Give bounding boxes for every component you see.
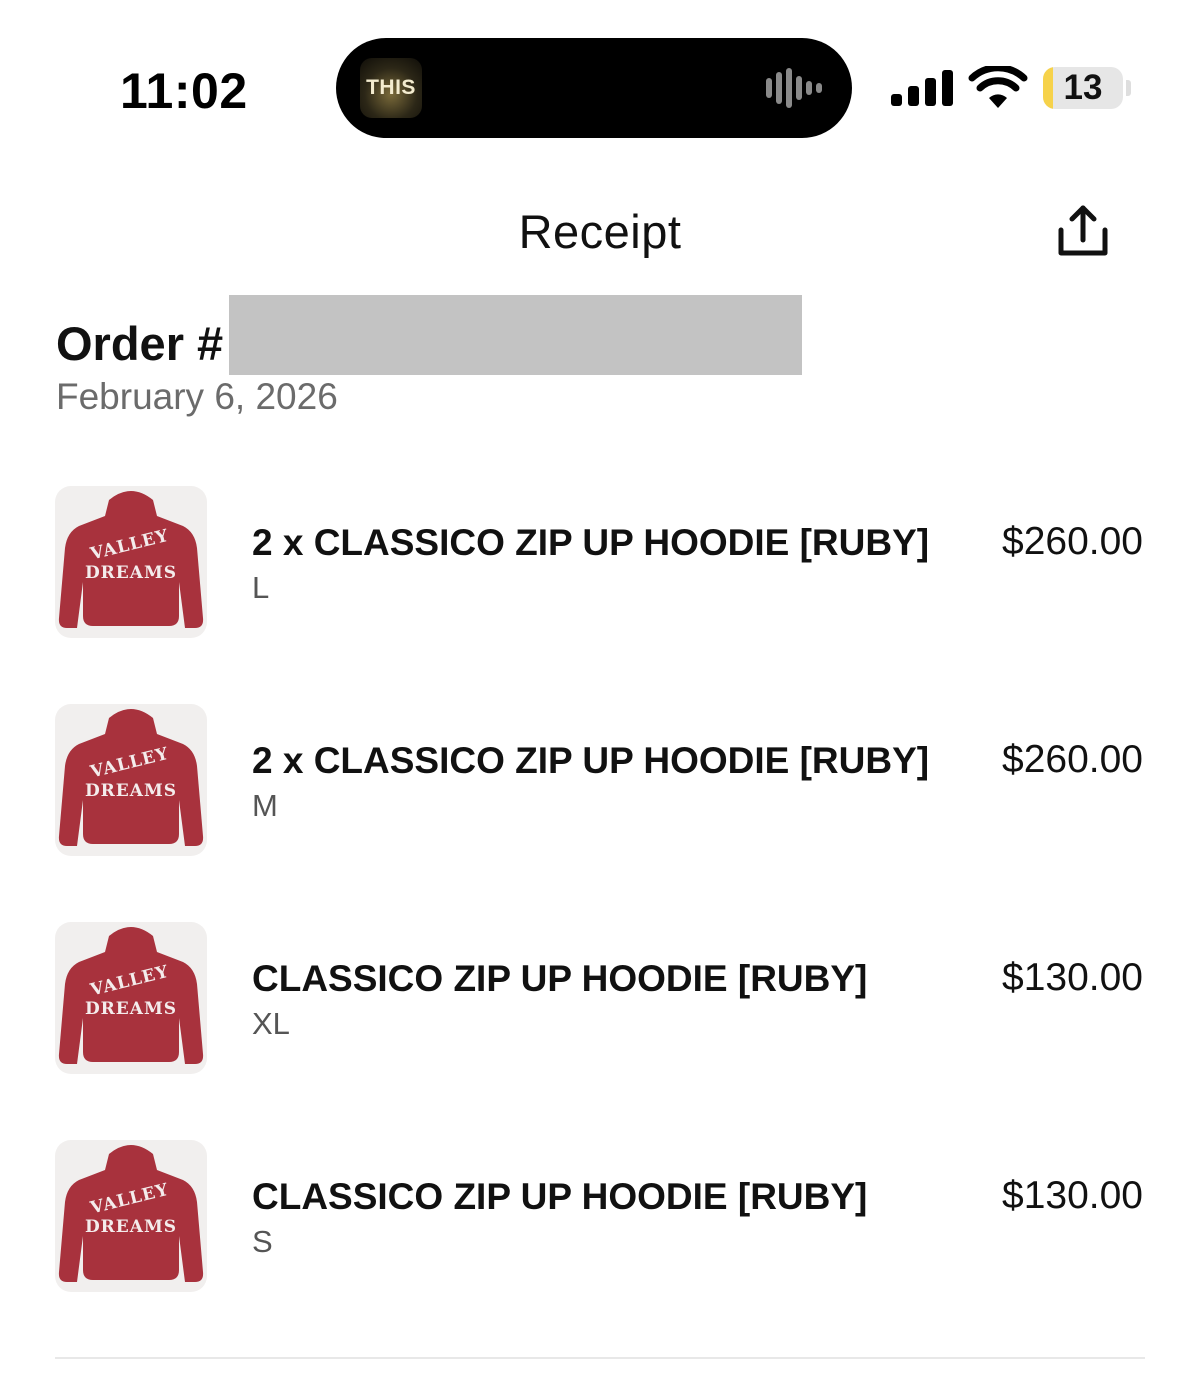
item-price: $260.00 [1002, 520, 1143, 563]
hoodie-image: VALLEY DREAMS [58, 927, 204, 1064]
battery-tip [1126, 80, 1131, 96]
item-size: L [252, 570, 270, 605]
hoodie-graphic-line2: DREAMS [85, 1217, 177, 1237]
share-icon[interactable] [1052, 200, 1114, 262]
receipt-screen: 11:02 THIS 13 Receipt Order # February 6… [0, 0, 1200, 1376]
line-item[interactable]: VALLEY DREAMS 2 x CLASSICO ZIP UP HOODIE… [0, 704, 1200, 858]
cellular-signal-icon [891, 70, 953, 106]
product-thumbnail: VALLEY DREAMS [55, 486, 207, 638]
status-time: 11:02 [120, 63, 248, 119]
hoodie-graphic-line2: DREAMS [85, 781, 177, 801]
redaction-block [229, 295, 802, 375]
wifi-icon [968, 66, 1028, 108]
hoodie-image: VALLEY DREAMS [58, 491, 204, 628]
order-date: February 6, 2026 [56, 376, 338, 417]
audio-waveform-icon [766, 68, 822, 108]
now-playing-art-text: THIS [366, 76, 416, 99]
hoodie-graphic-line2: DREAMS [85, 563, 177, 583]
hoodie-image: VALLEY DREAMS [58, 709, 204, 846]
item-name: CLASSICO ZIP UP HOODIE [RUBY] [252, 958, 868, 999]
page-title: Receipt [518, 205, 682, 258]
item-size: XL [252, 1006, 290, 1041]
hoodie-graphic-line2: DREAMS [85, 999, 177, 1019]
hoodie-image: VALLEY DREAMS [58, 1145, 204, 1282]
item-name: CLASSICO ZIP UP HOODIE [RUBY] [252, 1176, 868, 1217]
now-playing-artwork: THIS [360, 58, 422, 118]
line-item[interactable]: VALLEY DREAMS CLASSICO ZIP UP HOODIE [RU… [0, 1140, 1200, 1294]
product-thumbnail: VALLEY DREAMS [55, 922, 207, 1074]
battery-icon: 13 [1043, 67, 1123, 109]
dynamic-island[interactable]: THIS [336, 38, 852, 138]
product-thumbnail: VALLEY DREAMS [55, 1140, 207, 1292]
product-thumbnail: VALLEY DREAMS [55, 704, 207, 856]
divider [55, 1357, 1145, 1359]
battery-level: 13 [1063, 68, 1103, 107]
item-size: S [252, 1224, 273, 1259]
item-size: M [252, 788, 278, 823]
item-price: $130.00 [1002, 956, 1143, 999]
item-name: 2 x CLASSICO ZIP UP HOODIE [RUBY] [252, 522, 930, 563]
order-number: Order # [56, 317, 224, 370]
line-item[interactable]: VALLEY DREAMS 2 x CLASSICO ZIP UP HOODIE… [0, 486, 1200, 640]
item-price: $130.00 [1002, 1174, 1143, 1217]
item-price: $260.00 [1002, 738, 1143, 781]
line-item[interactable]: VALLEY DREAMS CLASSICO ZIP UP HOODIE [RU… [0, 922, 1200, 1076]
item-name: 2 x CLASSICO ZIP UP HOODIE [RUBY] [252, 740, 930, 781]
